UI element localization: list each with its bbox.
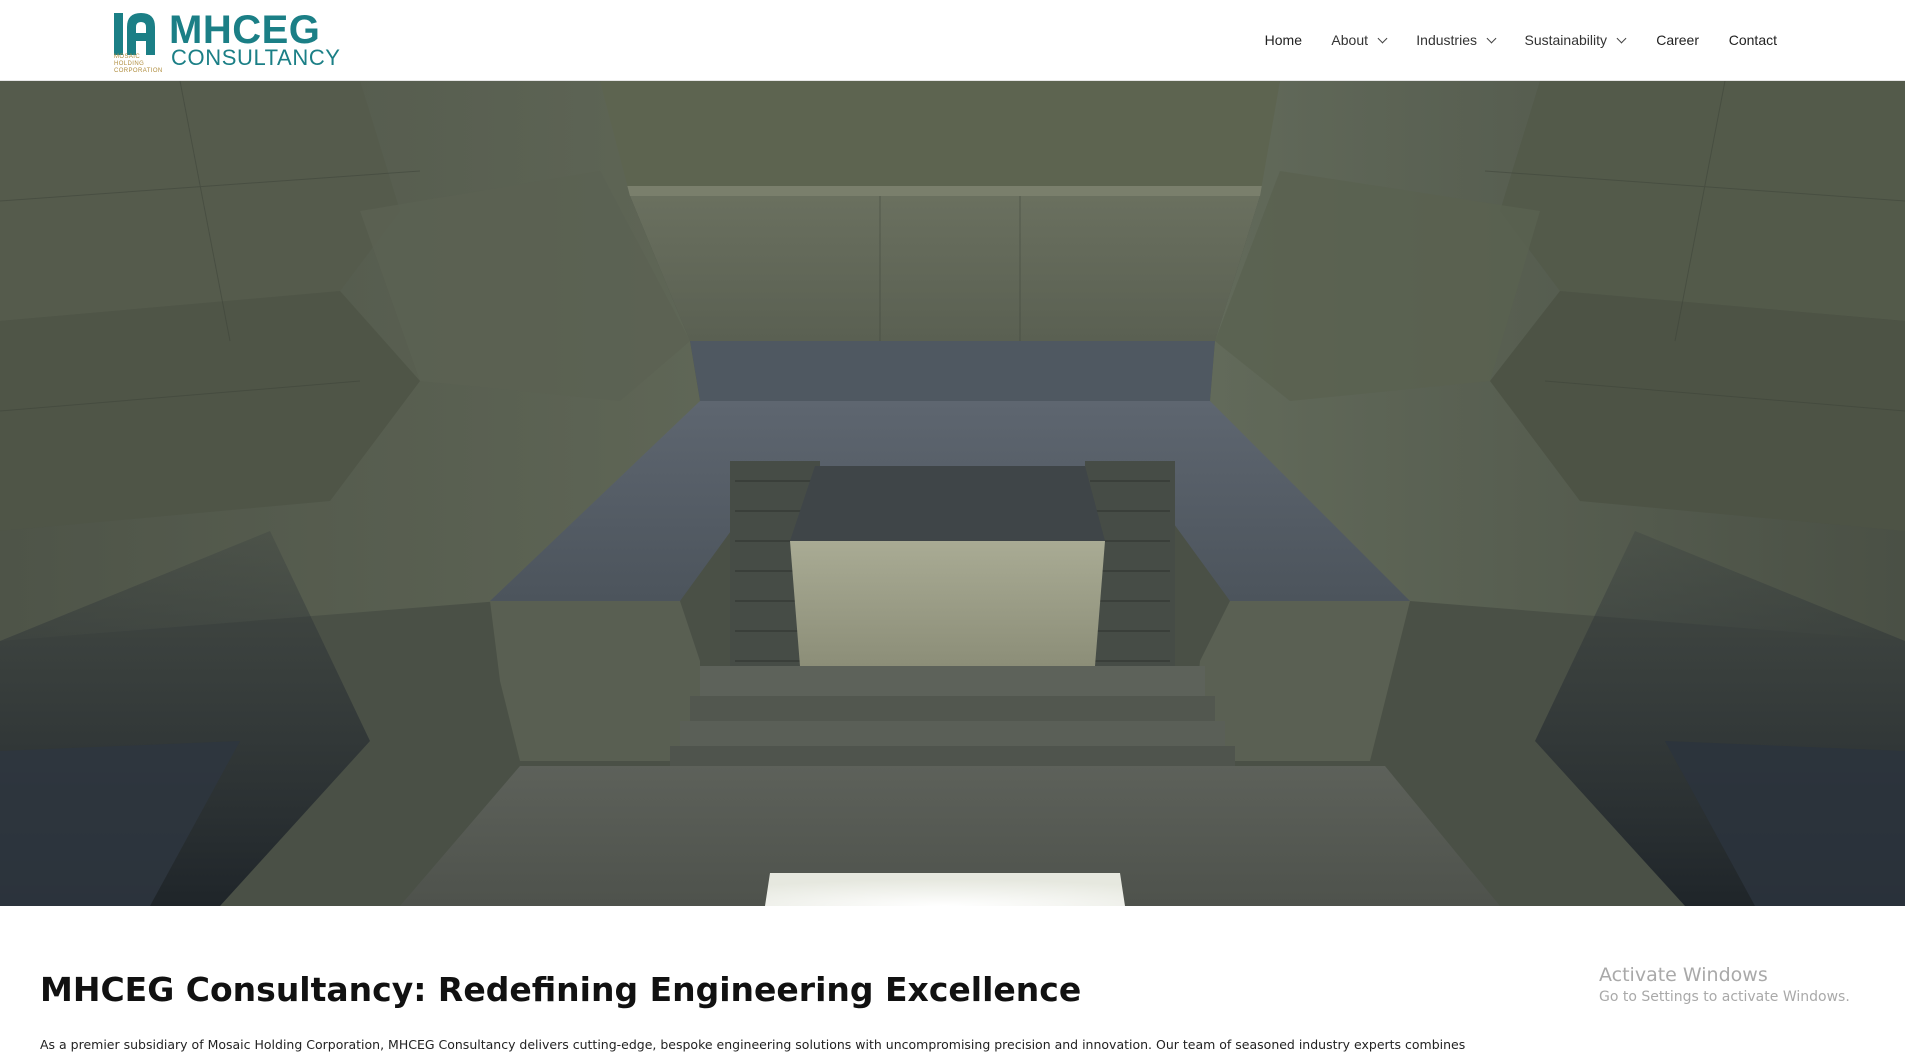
nav-item-about[interactable]: About — [1331, 29, 1388, 51]
chevron-down-icon — [1486, 33, 1497, 43]
logo-tagline: Mosaic Holding Corporation — [114, 54, 163, 74]
concrete-chamber-illustration — [0, 81, 1905, 906]
site-header: MHCEG CONSULTANCY Mosaic Holding Corpora… — [0, 0, 1905, 81]
nav-item-contact[interactable]: Contact — [1729, 29, 1777, 51]
watermark-title: Activate Windows — [1599, 964, 1768, 986]
nav-item-sustainability[interactable]: Sustainability — [1524, 29, 1627, 51]
nav-item-label: Industries — [1416, 32, 1477, 48]
chevron-down-icon — [1377, 33, 1388, 43]
nav-item-label: Contact — [1728, 32, 1777, 48]
nav-item-home[interactable]: Home — [1265, 29, 1302, 51]
logo-name-line2: CONSULTANCY — [171, 45, 341, 70]
nav-item-career[interactable]: Career — [1656, 29, 1699, 51]
nav-item-label: About — [1331, 32, 1368, 48]
intro-paragraph: As a premier subsidiary of Mosaic Holdin… — [40, 1037, 1466, 1052]
nav-item-industries[interactable]: Industries — [1416, 29, 1497, 51]
page-title: MHCEG Consultancy: Redefining Engineerin… — [40, 970, 1082, 1009]
nav-item-label: Career — [1656, 32, 1699, 48]
hero-image — [0, 81, 1905, 906]
nav-item-label: Sustainability — [1524, 32, 1608, 48]
site-logo[interactable]: MHCEG CONSULTANCY Mosaic Holding Corpora… — [114, 8, 340, 74]
watermark-subtitle: Go to Settings to activate Windows. — [1599, 989, 1850, 1005]
chevron-down-icon — [1616, 33, 1627, 43]
nav-item-label: Home — [1264, 32, 1302, 48]
windows-activation-watermark: Activate Windows Go to Settings to activ… — [1599, 963, 1850, 1007]
